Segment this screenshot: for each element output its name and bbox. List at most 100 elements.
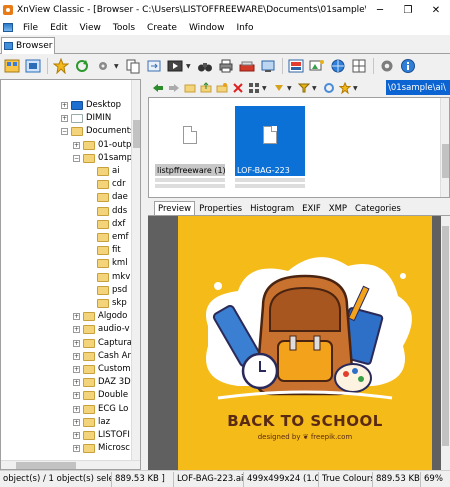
parent-folder-icon[interactable] xyxy=(182,81,197,96)
tree-expander-icon[interactable]: + xyxy=(73,379,80,387)
tree-expander-icon[interactable]: + xyxy=(73,313,80,321)
tree-expander-icon[interactable]: + xyxy=(73,405,80,413)
tree-expander-icon[interactable]: − xyxy=(61,128,68,136)
sort-icon[interactable] xyxy=(271,81,286,96)
refresh-icon[interactable] xyxy=(72,57,92,75)
address-path-input[interactable]: \01sample\ai\ xyxy=(386,80,450,95)
menu-view[interactable]: View xyxy=(74,23,107,33)
new-folder-icon[interactable] xyxy=(214,81,229,96)
menu-window[interactable]: Window xyxy=(183,23,231,33)
tree-item[interactable]: psd xyxy=(1,284,140,297)
tab-histogram[interactable]: Histogram xyxy=(246,202,298,215)
dropdown-arrow-icon[interactable]: ▼ xyxy=(114,63,120,70)
tree-item[interactable]: + audio-v xyxy=(1,323,140,336)
tree-expander-icon[interactable]: + xyxy=(73,326,80,334)
tree-item[interactable]: + Captura xyxy=(1,337,140,350)
restore-button[interactable]: ❐ xyxy=(394,0,422,20)
tree-item[interactable]: ai xyxy=(1,165,140,178)
move-icon[interactable] xyxy=(144,57,164,75)
view-mode-icon[interactable] xyxy=(246,81,261,96)
tree-vertical-scrollbar[interactable] xyxy=(131,80,140,469)
dropdown-arrow-icon[interactable]: ▼ xyxy=(287,85,293,92)
browser-view-icon[interactable] xyxy=(2,57,22,75)
tree-expander-icon[interactable]: + xyxy=(73,445,80,453)
tree-expander-icon[interactable]: + xyxy=(73,392,80,400)
batch-icon[interactable] xyxy=(307,57,327,75)
tree-item[interactable]: + ECG Lo xyxy=(1,403,140,416)
tree-item[interactable]: − Documents xyxy=(1,125,140,138)
scrollbar-thumb[interactable] xyxy=(133,120,140,148)
dropdown-arrow-icon[interactable]: ▼ xyxy=(353,85,359,92)
tree-expander-icon[interactable]: + xyxy=(73,339,80,347)
menu-info[interactable]: Info xyxy=(230,23,259,33)
dropdown-arrow-icon[interactable]: ▼ xyxy=(312,85,318,92)
document-menu-icon[interactable] xyxy=(3,23,13,32)
convert-icon[interactable] xyxy=(286,57,306,75)
tree-item[interactable]: skp xyxy=(1,297,140,310)
grid-layout-icon[interactable] xyxy=(349,57,369,75)
fullscreen-icon[interactable] xyxy=(23,57,43,75)
tree-item[interactable]: + laz xyxy=(1,416,140,429)
tree-item[interactable]: cdr xyxy=(1,178,140,191)
tab-properties[interactable]: Properties xyxy=(195,202,246,215)
close-button[interactable]: ✕ xyxy=(422,0,450,20)
preview-scrollbar[interactable] xyxy=(441,216,450,470)
print-icon[interactable] xyxy=(216,57,236,75)
preferences-icon[interactable] xyxy=(377,57,397,75)
tree-item[interactable]: + Algodo xyxy=(1,310,140,323)
thumbnail-item-selected[interactable]: LOF-BAG-223 xyxy=(229,106,305,192)
tree-expander-icon[interactable]: − xyxy=(73,154,80,162)
thumbnail-view[interactable]: listpffreeware (1) LOF-BAG-223 xyxy=(148,97,450,198)
minimize-button[interactable]: ─ xyxy=(366,0,394,20)
scrollbar-thumb[interactable] xyxy=(442,144,449,178)
tree-item[interactable]: + Cash Ar xyxy=(1,350,140,363)
tree-expander-icon[interactable]: + xyxy=(61,115,68,123)
tree-expander-icon[interactable]: + xyxy=(61,102,68,109)
tree-item[interactable]: + DIMIN xyxy=(1,112,140,125)
binoculars-search-icon[interactable] xyxy=(195,57,215,75)
dropdown-arrow-icon[interactable]: ▼ xyxy=(262,85,268,92)
menu-edit[interactable]: Edit xyxy=(44,23,73,33)
thumbnail-item[interactable]: listpffreeware (1) xyxy=(149,106,225,192)
menu-file[interactable]: File xyxy=(17,23,44,33)
tree-expander-icon[interactable]: + xyxy=(73,432,80,439)
tree-item[interactable]: + DAZ 3D xyxy=(1,376,140,389)
scrollbar-thumb[interactable] xyxy=(442,226,449,446)
web-page-icon[interactable] xyxy=(328,57,348,75)
slideshow-icon[interactable] xyxy=(165,57,185,75)
menu-tools[interactable]: Tools xyxy=(107,23,141,33)
copy-icon[interactable] xyxy=(123,57,143,75)
back-arrow-icon[interactable] xyxy=(150,81,165,96)
tree-item[interactable]: emf xyxy=(1,231,140,244)
tree-expander-icon[interactable]: + xyxy=(73,418,80,426)
delete-icon[interactable] xyxy=(230,81,245,96)
tree-horizontal-scrollbar[interactable] xyxy=(1,460,140,469)
settings-tools-icon[interactable] xyxy=(93,57,113,75)
tree-item[interactable]: dds xyxy=(1,205,140,218)
tree-expander-icon[interactable]: + xyxy=(73,366,80,373)
folder-up-icon[interactable] xyxy=(198,81,213,96)
favorite-star-icon[interactable] xyxy=(337,81,352,96)
tree-item[interactable]: − 01samp xyxy=(1,152,140,165)
folder-tree[interactable]: + Desktop + DIMIN − Documents +01-outp − 01samp a… xyxy=(0,79,141,470)
tree-item[interactable]: + Microsc xyxy=(1,442,140,455)
about-icon[interactable] xyxy=(398,57,418,75)
vertical-splitter[interactable] xyxy=(141,79,148,470)
tab-preview[interactable]: Preview xyxy=(154,201,196,215)
tree-item[interactable]: dae xyxy=(1,191,140,204)
tree-item[interactable]: + Double xyxy=(1,389,140,402)
tab-browser[interactable]: Browser xyxy=(1,37,55,54)
favorites-icon[interactable] xyxy=(51,57,71,75)
forward-arrow-icon[interactable] xyxy=(166,81,181,96)
scrollbar-thumb[interactable] xyxy=(16,462,76,469)
menu-create[interactable]: Create xyxy=(141,23,183,33)
tree-item[interactable]: + Custom xyxy=(1,363,140,376)
tree-item[interactable]: + LISTOFI xyxy=(1,429,140,442)
tree-item[interactable]: + Desktop xyxy=(1,99,140,112)
sync-icon[interactable] xyxy=(321,81,336,96)
thumbnail-scrollbar[interactable] xyxy=(440,98,449,197)
tree-expander-icon[interactable]: + xyxy=(73,141,80,149)
tab-xmp[interactable]: XMP xyxy=(325,202,351,215)
dropdown-arrow-icon[interactable]: ▼ xyxy=(186,63,192,70)
tree-item[interactable]: fit xyxy=(1,244,140,257)
